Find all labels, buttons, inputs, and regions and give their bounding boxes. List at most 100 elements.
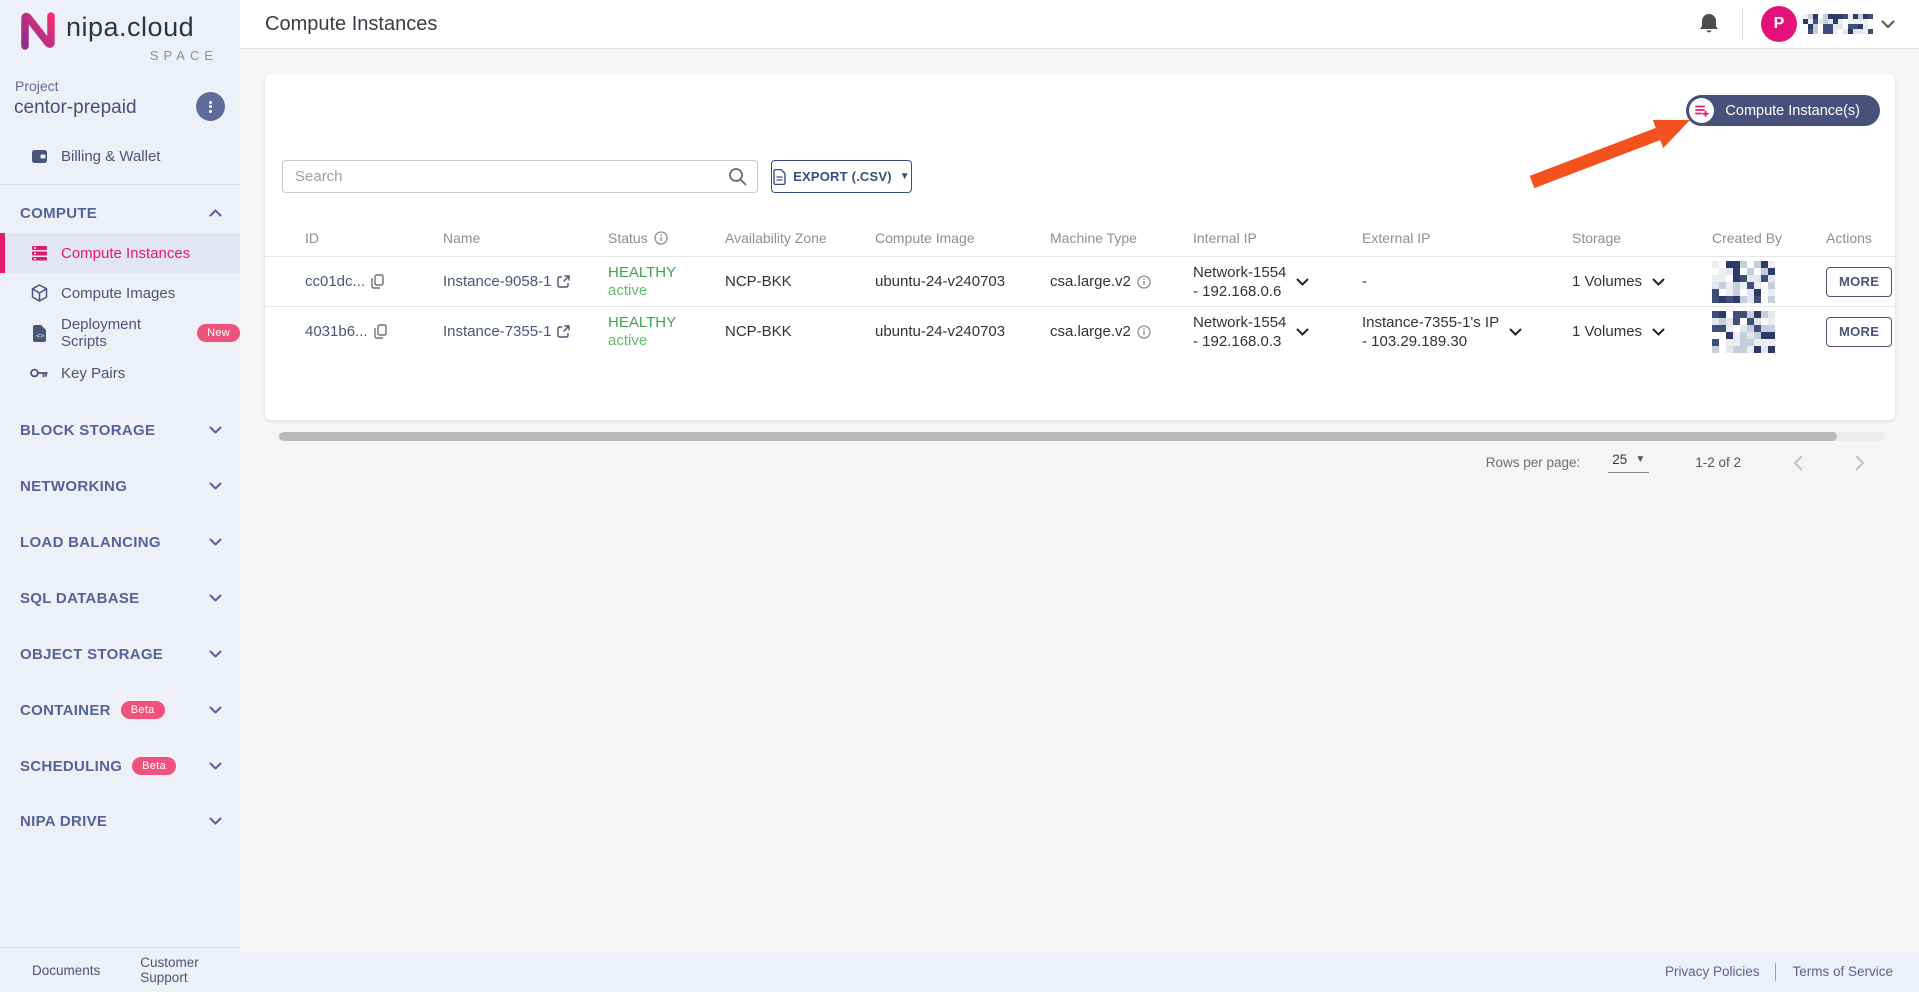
external-link-icon[interactable] xyxy=(557,275,571,288)
chevron-down-icon[interactable] xyxy=(1509,328,1522,336)
documents-link[interactable]: Documents xyxy=(32,963,100,978)
sidebar-footer: Documents Customer Support xyxy=(0,947,240,992)
account-chevron-down-icon[interactable] xyxy=(1881,20,1895,29)
pagination: Rows per page: 25 ▼ 1-2 of 2 xyxy=(265,452,1895,473)
key-icon xyxy=(30,364,48,382)
sidebar-item-label: Key Pairs xyxy=(61,364,126,382)
topbar-divider xyxy=(1742,7,1743,41)
sidebar-section-scheduling[interactable]: SCHEDULING Beta xyxy=(0,751,240,781)
instances-card: Compute Instance(s) EXPORT (.CSV) ▼ ID N… xyxy=(265,74,1895,473)
info-icon[interactable] xyxy=(1137,324,1151,339)
sidebar-item-label: Deployment Scripts xyxy=(61,316,142,350)
sidebar-item-key-pairs[interactable]: Key Pairs xyxy=(0,353,240,393)
col-actions: Actions xyxy=(1826,230,1872,246)
create-compute-instance-button[interactable]: Compute Instance(s) xyxy=(1686,95,1880,126)
main-content: Compute Instance(s) EXPORT (.CSV) ▼ ID N… xyxy=(240,49,1919,951)
nipa-n-icon xyxy=(21,12,55,50)
sidebar-section-sql-database[interactable]: SQL DATABASE xyxy=(0,583,240,613)
search-icon[interactable] xyxy=(728,167,747,186)
internal-ip-cell: Network-1554- 192.168.0.3 xyxy=(1193,313,1362,351)
project-name[interactable]: centor-prepaid xyxy=(14,97,137,119)
instance-id-link[interactable]: cc01dc... xyxy=(305,273,365,290)
instance-id-link[interactable]: 4031b6... xyxy=(305,323,368,340)
rows-per-page-label: Rows per page: xyxy=(1485,455,1581,470)
more-actions-button[interactable]: MORE xyxy=(1826,266,1893,297)
new-badge: New xyxy=(197,324,240,342)
avatar[interactable]: P xyxy=(1761,6,1797,42)
table-header-row: ID Name Status Availability Zone Compute… xyxy=(265,220,1895,256)
status-badge: HEALTHY active xyxy=(608,313,677,349)
instance-name-link[interactable]: Instance-7355-1 xyxy=(443,323,551,340)
chevron-down-icon[interactable] xyxy=(1652,328,1665,336)
col-status: Status xyxy=(608,230,725,246)
playlist-add-icon xyxy=(1689,98,1715,123)
sidebar-section-nipa-drive[interactable]: NIPA DRIVE xyxy=(0,806,240,836)
storage-cell: 1 Volumes xyxy=(1572,273,1712,290)
search-box xyxy=(282,160,758,193)
chevron-down-icon[interactable] xyxy=(1296,278,1309,286)
sidebar-item-label: Billing & Wallet xyxy=(61,147,161,165)
col-image: Compute Image xyxy=(875,230,975,246)
annotation-arrow xyxy=(1529,119,1690,189)
customer-support-link[interactable]: Customer Support xyxy=(140,955,240,985)
sidebar-section-compute[interactable]: COMPUTE xyxy=(0,198,240,228)
chevron-down-icon[interactable] xyxy=(1652,278,1665,286)
sidebar-item-deployment-scripts[interactable]: <> Deployment Scripts New xyxy=(0,313,240,353)
dropdown-caret-icon: ▼ xyxy=(899,171,910,182)
next-page-button[interactable] xyxy=(1855,455,1865,471)
pagination-range: 1-2 of 2 xyxy=(1695,455,1741,470)
chevron-down-icon xyxy=(209,538,222,546)
sidebar-item-compute-instances[interactable]: Compute Instances xyxy=(0,233,240,273)
sidebar-section-object-storage[interactable]: OBJECT STORAGE xyxy=(0,639,240,669)
more-actions-button[interactable]: MORE xyxy=(1826,316,1893,347)
terms-of-service-link[interactable]: Terms of Service xyxy=(1792,964,1893,979)
beta-badge: Beta xyxy=(132,757,177,775)
sidebar-section-load-balancing[interactable]: LOAD BALANCING xyxy=(0,527,240,557)
sidebar-item-billing[interactable]: Billing & Wallet xyxy=(0,136,240,176)
sidebar-section-container[interactable]: CONTAINER Beta xyxy=(0,695,240,725)
previous-page-button[interactable] xyxy=(1793,455,1803,471)
info-icon[interactable] xyxy=(654,231,668,245)
sidebar-item-compute-images[interactable]: Compute Images xyxy=(0,273,240,313)
internal-ip-cell: Network-1554- 192.168.0.6 xyxy=(1193,263,1362,301)
external-ip-cell: Instance-7355-1's IP - 103.29.189.30 xyxy=(1362,313,1572,351)
search-input[interactable] xyxy=(283,168,728,185)
chevron-down-icon xyxy=(209,426,222,434)
footer-divider xyxy=(1775,962,1777,981)
col-created-by: Created By xyxy=(1712,230,1783,246)
col-name: Name xyxy=(443,230,481,246)
chevron-down-icon xyxy=(209,594,222,602)
sidebar-divider xyxy=(0,184,240,185)
brand-name: nipa.cloud xyxy=(66,12,195,42)
scrollbar-thumb[interactable] xyxy=(279,432,1837,441)
col-external-ip: External IP xyxy=(1362,230,1431,246)
zone-cell: NCP-BKK xyxy=(725,323,792,340)
privacy-policies-link[interactable]: Privacy Policies xyxy=(1665,964,1760,979)
col-storage: Storage xyxy=(1572,230,1622,246)
chevron-down-icon xyxy=(209,762,222,770)
chevron-down-icon[interactable] xyxy=(1296,328,1309,336)
table-row: 4031b6... Instance-7355-1 HEALTHY active … xyxy=(265,306,1895,356)
topbar: Compute Instances P xyxy=(240,0,1919,49)
copy-icon[interactable] xyxy=(373,324,387,339)
export-csv-button[interactable]: EXPORT (.CSV) ▼ xyxy=(771,160,912,193)
sidebar: nipa.cloud SPACE Project centor-prepaid … xyxy=(0,0,240,992)
col-internal-ip: Internal IP xyxy=(1193,230,1257,246)
zone-cell: NCP-BKK xyxy=(725,273,792,290)
sidebar-section-block-storage[interactable]: BLOCK STORAGE xyxy=(0,415,240,445)
rows-per-page-select[interactable]: 25 ▼ xyxy=(1608,452,1650,473)
table-row: cc01dc... Instance-9058-1 HEALTHY active … xyxy=(265,256,1895,306)
info-icon[interactable] xyxy=(1137,274,1151,289)
horizontal-scrollbar[interactable] xyxy=(279,432,1885,441)
machine-cell: csa.large.v2 xyxy=(1050,273,1193,290)
copy-icon[interactable] xyxy=(371,274,384,289)
censored-avatar xyxy=(1712,260,1775,303)
sidebar-section-networking[interactable]: NETWORKING xyxy=(0,471,240,501)
notifications-bell-icon[interactable] xyxy=(1698,12,1720,36)
brand-logo[interactable]: nipa.cloud SPACE xyxy=(18,10,218,63)
sidebar-item-label: Compute Images xyxy=(61,284,176,302)
status-badge: HEALTHY active xyxy=(608,263,677,299)
project-menu-button[interactable] xyxy=(196,92,225,121)
instance-name-link[interactable]: Instance-9058-1 xyxy=(443,273,551,290)
external-link-icon[interactable] xyxy=(557,325,571,338)
